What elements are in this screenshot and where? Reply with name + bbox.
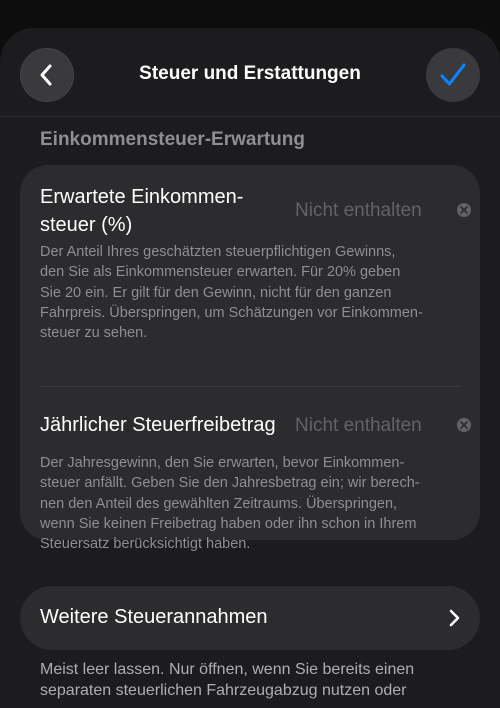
annual-allowance-input[interactable]: Nicht enthalten	[295, 415, 422, 437]
confirm-button[interactable]	[426, 48, 480, 102]
back-button[interactable]	[20, 48, 74, 102]
page-title: Steuer und Erstattungen	[139, 63, 361, 84]
section-title: Einkommensteuer-Erwartung	[40, 129, 305, 150]
expected-income-tax-description: Der Anteil Ihres geschätzten steuerpflic…	[40, 244, 423, 342]
clear-icon[interactable]	[457, 418, 471, 432]
annual-allowance-label: Jährlicher Steuerfreibetrag	[40, 414, 276, 436]
more-tax-assumptions-description: Meist leer lassen. Nur öffnen, wenn Sie …	[40, 661, 415, 699]
income-tax-card: Erwartete Einkommen- steuer (%) Nicht en…	[20, 165, 480, 552]
tax-settings-sheet: Steuer und Erstattungen Einkommensteuer-…	[0, 28, 500, 708]
more-tax-assumptions-label: Weitere Steuerannahmen	[40, 606, 268, 628]
more-tax-assumptions-row[interactable]: Weitere Steuerannahmen	[20, 586, 480, 650]
expected-income-tax-input[interactable]: Nicht enthalten	[295, 200, 422, 222]
header-bar: Steuer und Erstattungen	[0, 28, 500, 117]
chevron-right-icon	[449, 609, 460, 627]
expected-income-tax-label: Erwartete Einkommen- steuer (%)	[40, 186, 244, 236]
annual-allowance-description: Der Jahresgewinn, den Sie erwarten, bevo…	[40, 455, 420, 553]
checkmark-icon	[440, 63, 466, 86]
clear-icon[interactable]	[457, 203, 471, 217]
chevron-left-icon	[40, 64, 52, 86]
divider	[40, 386, 460, 387]
